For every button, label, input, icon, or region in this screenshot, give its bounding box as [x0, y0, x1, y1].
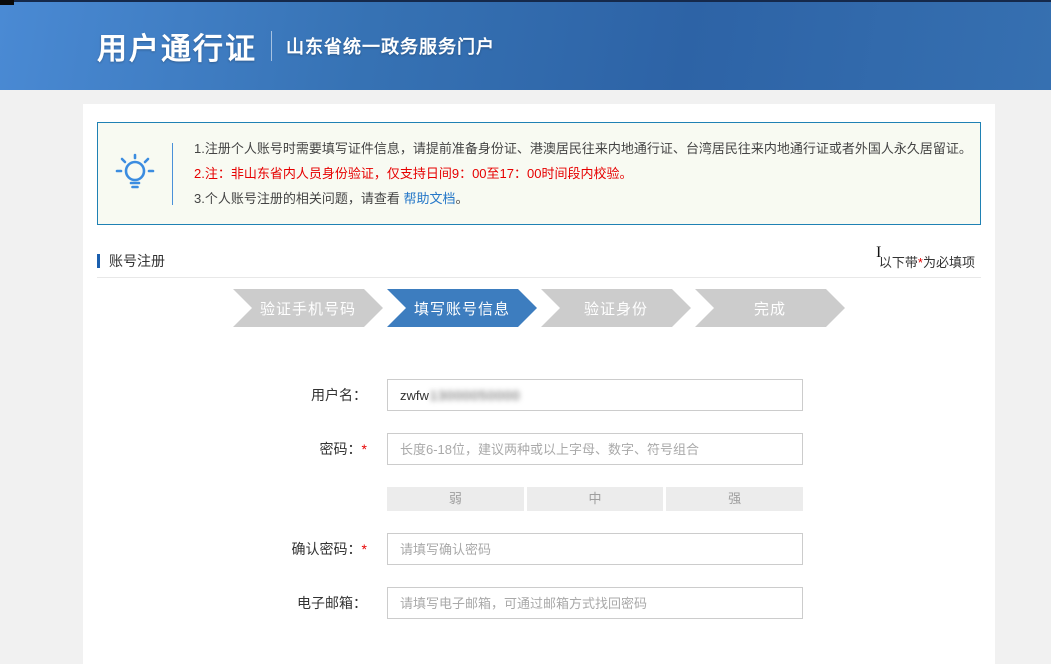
notice-box: 1.注册个人账号时需要填写证件信息，请提前准备身份证、港澳居民往来内地通行证、台…: [97, 122, 981, 225]
notice-icon-area: [98, 149, 172, 198]
strength-weak: 弱: [387, 487, 524, 511]
required-note-prefix: 以下带: [879, 255, 918, 270]
strength-strong: 强: [666, 487, 803, 511]
password-row: 密码：*: [97, 433, 981, 465]
password-label-text: 密码：: [320, 441, 362, 457]
username-input[interactable]: zwfw 13000050000: [387, 379, 803, 411]
top-left-artifact: [0, 0, 14, 5]
section-title: 账号注册: [97, 251, 165, 271]
step-complete: 完成: [695, 289, 845, 327]
email-input[interactable]: [387, 587, 803, 619]
lightbulb-icon: [115, 149, 155, 198]
page-title: 用户通行证: [97, 24, 257, 68]
password-strength-meter: 弱 中 强: [387, 487, 803, 511]
username-value-redacted: 13000050000: [430, 388, 521, 403]
notice-lines: 1.注册个人账号时需要填写证件信息，请提前准备身份证、港澳居民往来内地通行证、台…: [173, 136, 972, 211]
notice-line-3: 3.个人账号注册的相关问题，请查看 帮助文档。: [194, 186, 972, 211]
required-fields-note: 以下带*为必填项: [879, 252, 979, 271]
header-divider: [271, 31, 272, 61]
section-header-row: 账号注册 以下带*为必填项: [97, 245, 981, 278]
notice-line-2: 2.注：非山东省内人员身份验证，仅支持日间9：00至17：00时间段内校验。: [194, 161, 972, 186]
notice-line-3-suffix: 。: [455, 191, 468, 206]
email-row: 电子邮箱：: [97, 587, 981, 619]
step-fill-account-info: 填写账号信息: [387, 289, 537, 327]
confirm-password-input[interactable]: [387, 533, 803, 565]
password-label: 密码：*: [97, 433, 367, 465]
step-verify-identity: 验证身份: [541, 289, 691, 327]
portal-subtitle: 山东省统一政务服务门户: [286, 33, 495, 59]
registration-steps: 验证手机号码 填写账号信息 验证身份 完成: [233, 289, 845, 327]
confirm-password-label: 确认密码：*: [97, 533, 367, 565]
confirm-password-required-star: *: [362, 541, 367, 557]
username-value-visible: zwfw: [400, 388, 429, 403]
username-row: 用户名： zwfw 13000050000: [97, 379, 981, 411]
help-doc-link[interactable]: 帮助文档: [403, 191, 455, 206]
email-label: 电子邮箱：: [97, 587, 367, 619]
notice-line-3-text: 3.个人账号注册的相关问题，请查看: [194, 191, 403, 206]
confirm-password-row: 确认密码：*: [97, 533, 981, 565]
section-title-text: 账号注册: [109, 251, 165, 271]
strength-medium: 中: [527, 487, 664, 511]
password-input[interactable]: [387, 433, 803, 465]
page-header: 用户通行证 山东省统一政务服务门户: [0, 0, 1051, 90]
username-label: 用户名：: [97, 379, 367, 411]
content-card: 1.注册个人账号时需要填写证件信息，请提前准备身份证、港澳居民往来内地通行证、台…: [83, 104, 995, 664]
step-verify-phone: 验证手机号码: [233, 289, 383, 327]
required-note-suffix: 为必填项: [923, 255, 975, 270]
section-accent-bar: [97, 254, 100, 268]
password-required-star: *: [362, 441, 367, 457]
registration-form: 用户名： zwfw 13000050000 密码：* 弱 中 强 确认密码：* …: [97, 379, 981, 619]
notice-line-1: 1.注册个人账号时需要填写证件信息，请提前准备身份证、港澳居民往来内地通行证、台…: [194, 136, 972, 161]
confirm-password-label-text: 确认密码：: [292, 541, 362, 557]
